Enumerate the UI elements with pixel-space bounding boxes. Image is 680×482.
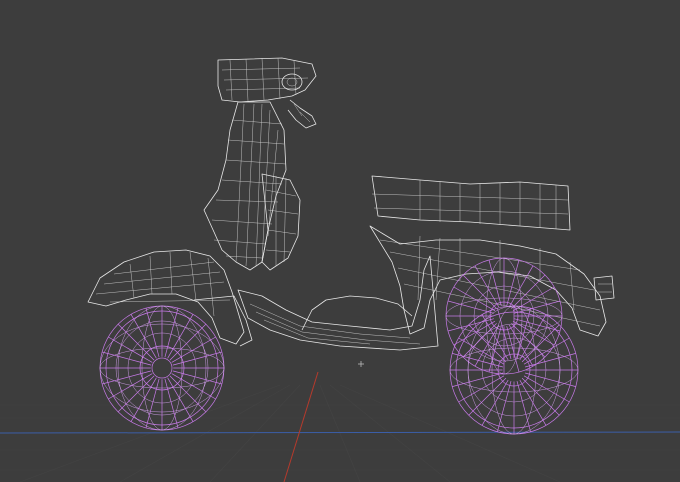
wheel-spoke [130, 377, 157, 422]
headlight-housing[interactable] [217, 57, 317, 129]
wheel-spoke [172, 370, 222, 385]
wheel-spoke [171, 336, 216, 363]
wheel-spoke [511, 323, 546, 358]
wheel-spoke [521, 324, 560, 363]
wheel-spoke [468, 377, 507, 416]
wheel-spoke [516, 381, 531, 432]
wheel-spoke [447, 300, 494, 314]
wheel-spoke [164, 378, 179, 428]
wheel-spoke [506, 259, 520, 306]
wheel-spoke [512, 286, 555, 312]
wheel-spoke [452, 372, 503, 387]
steering-column[interactable] [203, 101, 287, 271]
wheel-spoke [525, 353, 576, 368]
wheel-spoke [447, 318, 494, 332]
wheel-spoke [108, 373, 153, 400]
wheel-spoke [172, 351, 222, 366]
wheel-spoke [523, 337, 570, 365]
rear-wheel-selected[interactable] [445, 257, 579, 435]
wheel-spoke [511, 274, 546, 309]
3d-viewport[interactable] [0, 0, 680, 482]
wheel-spoke [481, 379, 509, 426]
leg-shield[interactable] [261, 173, 301, 271]
wheel-spoke [521, 377, 560, 416]
wheel-spoke [453, 286, 496, 312]
wheel-spoke [525, 372, 576, 387]
wheel-spoke [102, 351, 152, 366]
wheel-spoke [523, 375, 570, 403]
viewport-canvas[interactable] [0, 0, 680, 482]
x-axis-line [0, 431, 680, 434]
wheel-spoke [164, 308, 179, 358]
wheel-spoke [145, 378, 160, 428]
wheel-spoke [167, 314, 194, 359]
wheel-spoke [514, 300, 561, 314]
wheel-spoke [519, 379, 547, 426]
wheel-spoke [167, 377, 194, 422]
luggage-rack[interactable] [371, 175, 571, 231]
wheel-spoke [488, 259, 502, 306]
wheel-spoke [102, 370, 152, 385]
wheel-spoke [171, 373, 216, 400]
front-wheel-selected[interactable] [99, 305, 225, 431]
y-axis-line [283, 371, 319, 482]
wheel-spoke [497, 381, 512, 432]
wheel-spoke [145, 308, 160, 358]
origin-marker-icon [358, 361, 364, 367]
wheel-spoke [458, 375, 505, 403]
front-fender[interactable] [87, 249, 253, 347]
wheel-spoke [453, 320, 496, 346]
wheel-spoke [108, 336, 153, 363]
wheel-spoke [130, 314, 157, 359]
wheel-spoke [462, 323, 497, 358]
wheel-spoke [514, 318, 561, 332]
wheel-spoke [462, 274, 497, 309]
floor-grid [0, 384, 680, 482]
